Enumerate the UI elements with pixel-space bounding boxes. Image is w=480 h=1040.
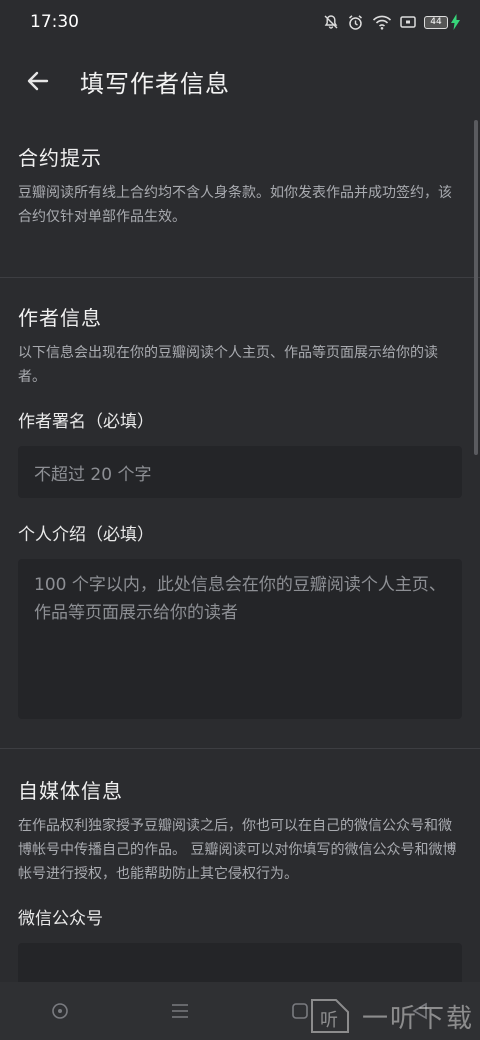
- author-desc: 以下信息会出现在你的豆瓣阅读个人主页、作品等页面展示给你的读者。: [18, 345, 438, 385]
- contract-title: 合约提示: [18, 146, 102, 170]
- arrow-left-icon: [27, 71, 49, 91]
- bio-placeholder: 100 个字以内，此处信息会在你的豆瓣阅读个人主页、作品等页面展示给你的读者: [34, 575, 446, 623]
- author-name-label: 作者署名（必填）: [18, 412, 154, 432]
- page-title: 填写作者信息: [80, 69, 230, 98]
- watermark-text: 一听下载: [361, 1003, 474, 1034]
- nav-menu-icon: [172, 1004, 188, 1018]
- bio-textarea[interactable]: 100 个字以内，此处信息会在你的豆瓣阅读个人主页、作品等页面展示给你的读者: [18, 559, 462, 719]
- nav-circle-icon: [52, 1003, 68, 1019]
- author-name-input[interactable]: 不超过 20 个字: [18, 446, 462, 498]
- author-title: 作者信息: [18, 306, 102, 330]
- scrollbar[interactable]: [474, 120, 478, 455]
- author-section: 作者信息 以下信息会出现在你的豆瓣阅读个人主页、作品等页面展示给你的读者。 作者…: [0, 278, 480, 748]
- status-bar: 17:30 44: [0, 0, 480, 44]
- media-desc: 在作品权利独家授予豆瓣阅读之后，你也可以在自己的微信公众号和微博帐号中传播自己的…: [18, 818, 457, 882]
- nav-circle-button[interactable]: [40, 991, 80, 1031]
- status-time: 17:30: [30, 12, 79, 32]
- back-button[interactable]: [18, 61, 58, 101]
- wifi-icon: [372, 15, 392, 30]
- status-icons: 44: [323, 14, 460, 31]
- wechat-label: 微信公众号: [18, 909, 103, 929]
- battery-indicator: 44: [424, 14, 460, 30]
- contract-section: 合约提示 豆瓣阅读所有线上合约均不含人身条款。如你发表作品并成功签约，该合约仅针…: [0, 118, 480, 277]
- battery-level: 44: [424, 15, 448, 29]
- app-bar: 填写作者信息: [0, 44, 480, 118]
- nav-square-icon: [292, 1003, 308, 1019]
- screen-icon: [400, 15, 416, 29]
- charging-icon: [451, 14, 460, 30]
- watermark-logo-icon: 听: [310, 999, 349, 1033]
- contract-desc: 豆瓣阅读所有线上合约均不含人身条款。如你发表作品并成功签约，该合约仅针对单部作品…: [18, 185, 452, 225]
- author-name-placeholder: 不超过 20 个字: [34, 464, 152, 485]
- watermark-logo-text: 听: [320, 1010, 338, 1031]
- alarm-icon: [347, 14, 364, 31]
- bio-label: 个人介绍（必填）: [18, 525, 154, 545]
- media-section: 自媒体信息 在作品权利独家授予豆瓣阅读之后，你也可以在自己的微信公众号和微博帐号…: [0, 749, 480, 982]
- bell-off-icon: [323, 14, 339, 30]
- wechat-input[interactable]: [18, 943, 462, 982]
- nav-menu-button[interactable]: [160, 991, 200, 1031]
- media-title: 自媒体信息: [18, 779, 123, 803]
- watermark: 听 一听下载: [308, 994, 474, 1038]
- form-content[interactable]: 合约提示 豆瓣阅读所有线上合约均不含人身条款。如你发表作品并成功签约，该合约仅针…: [0, 118, 480, 982]
